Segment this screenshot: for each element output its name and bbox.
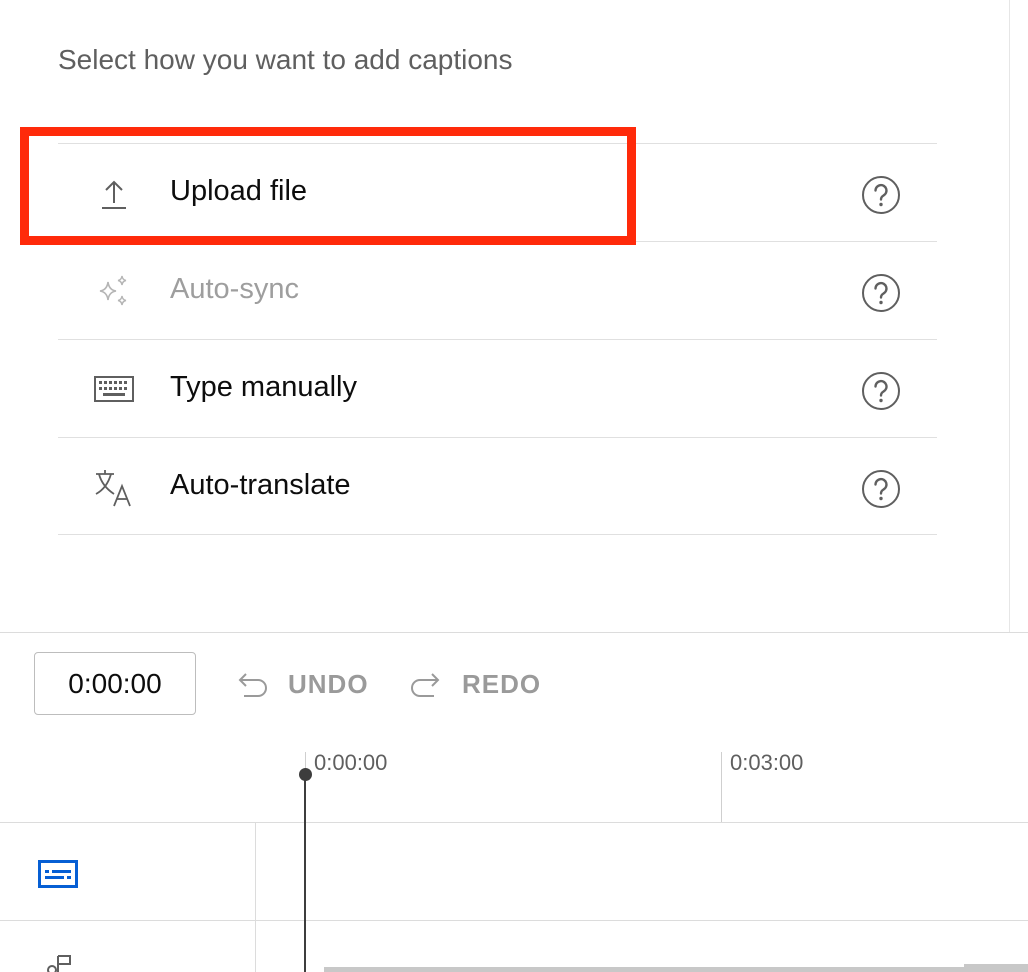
help-icon[interactable] [860,272,902,314]
audio-track-icon[interactable] [44,952,74,972]
keyboard-icon [94,376,134,402]
option-label-upload-file: Upload file [170,175,308,207]
ruler-label-3min: 0:03:00 [730,750,804,775]
playhead[interactable] [304,775,306,972]
sparkle-icon [99,275,127,306]
captions-track-icon[interactable] [38,860,78,888]
redo-label: REDO [462,668,542,699]
help-icon[interactable] [860,174,902,216]
undo-button[interactable]: UNDO [232,662,369,706]
ruler-label-start: 0:00:00 [314,750,388,775]
option-upload-file[interactable]: Upload file [58,143,937,240]
redo-icon [411,673,440,697]
redo-button[interactable]: REDO [406,662,541,706]
option-label-type-manually: Type manually [170,371,357,403]
timeline-track-border [0,920,1028,921]
option-label-auto-sync: Auto-sync [170,273,299,305]
option-auto-sync[interactable]: Auto-sync [58,241,937,338]
audio-waveform [324,964,1028,972]
panel-divider [1009,0,1010,633]
caption-method-prompt: Select how you want to add captions [58,44,513,75]
timecode-input[interactable]: 0:00:00 [34,652,196,715]
help-icon[interactable] [860,468,902,510]
timeline-separator [0,632,1028,633]
timeline-track-border [0,822,1028,823]
upload-icon [102,180,126,209]
option-label-auto-translate: Auto-translate [170,469,351,501]
playhead-handle[interactable] [299,768,312,781]
translate-icon [95,470,131,507]
option-type-manually[interactable]: Type manually [58,339,937,436]
track-header-divider [255,823,256,972]
option-auto-translate[interactable]: Auto-translate [58,437,937,535]
ruler-tick [721,752,722,822]
help-icon[interactable] [860,370,902,412]
undo-icon [238,673,267,697]
caption-method-panel: Select how you want to add captions Uplo… [0,0,1028,633]
undo-label: UNDO [288,668,369,699]
